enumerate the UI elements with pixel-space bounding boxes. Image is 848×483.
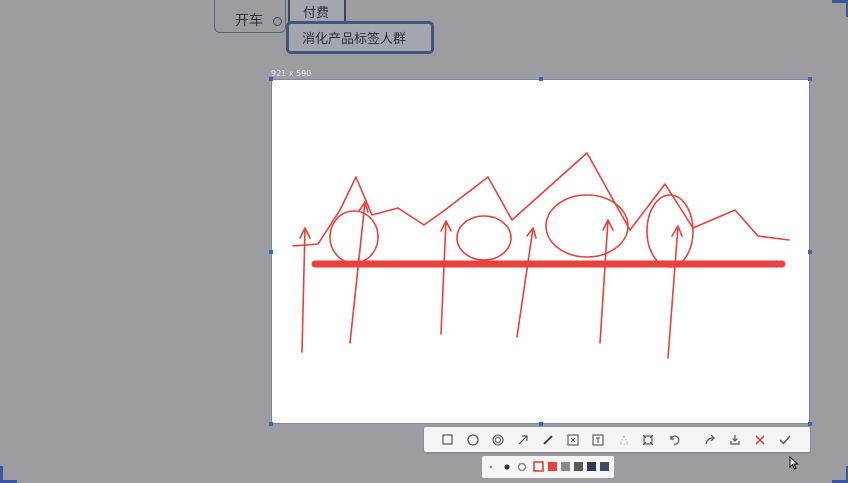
circle-2 — [456, 215, 512, 261]
zigzag-line — [292, 152, 790, 247]
arrow-4 — [516, 227, 537, 338]
ellipse-icon[interactable] — [463, 430, 482, 449]
arrow-2 — [349, 201, 369, 344]
share-icon[interactable] — [700, 430, 719, 449]
style-toolbar — [482, 456, 614, 478]
mosaic-icon[interactable] — [488, 430, 507, 449]
text-icon[interactable] — [588, 430, 607, 449]
color-swatch-selected — [533, 461, 544, 472]
arrow-1 — [299, 227, 311, 353]
mouse-cursor-icon — [789, 456, 799, 470]
highlight-icon[interactable] — [563, 430, 582, 449]
eraser-icon[interactable] — [614, 430, 633, 449]
rectangle-icon[interactable] — [438, 430, 457, 449]
size-medium-dot — [504, 464, 510, 470]
annotation-drawing — [292, 152, 790, 359]
color-swatch-slate — [600, 462, 609, 471]
color-swatch-darkgray — [574, 462, 583, 471]
arrow-3 — [440, 220, 452, 335]
pin-icon[interactable] — [638, 430, 657, 449]
confirm-icon[interactable] — [775, 430, 794, 449]
arrow-icon[interactable] — [513, 430, 532, 449]
size-small-dot — [489, 465, 493, 469]
color-swatch-navy — [587, 462, 596, 471]
cancel-icon[interactable] — [750, 430, 769, 449]
circle-3 — [545, 194, 629, 258]
color-swatch-red — [548, 462, 557, 471]
arrow-6 — [667, 225, 683, 359]
size-large-dot — [517, 462, 527, 472]
circle-1 — [329, 210, 379, 264]
undo-icon[interactable] — [664, 430, 683, 449]
pen-icon[interactable] — [538, 430, 557, 449]
arrow-5 — [599, 219, 614, 344]
save-icon[interactable] — [725, 430, 744, 449]
annotation-toolbar — [424, 427, 810, 452]
circle-4 — [646, 194, 694, 268]
color-swatch-gray — [561, 462, 570, 471]
